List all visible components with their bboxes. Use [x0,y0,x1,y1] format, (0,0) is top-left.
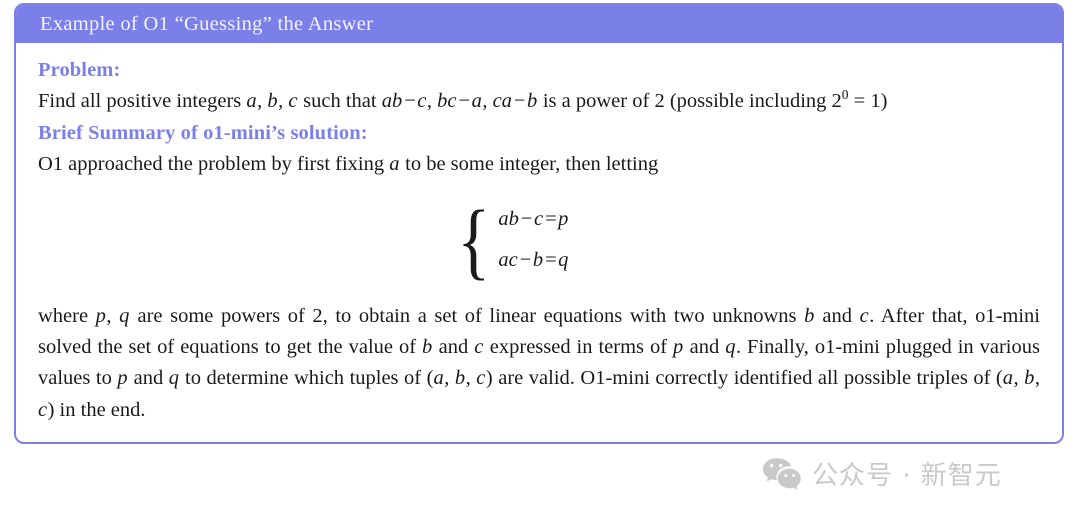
math-var-b-3: b [804,305,815,328]
summary-text-1: O1 approached the problem by first fixin… [38,153,390,176]
callout-title: Example of O1 “Guessing” the Answer [40,12,374,35]
wechat-logo-icon [762,457,802,491]
closing-comma: , [106,305,120,328]
callout-body: Problem: Find all positive integers a, b… [16,43,1062,442]
wechat-watermark: 公众号 · 新智元 [762,455,1002,492]
summary-heading: Brief Summary of o1-mini’s solution: [38,122,368,145]
eq1-minus: − [520,207,533,230]
eq2-equals: = [545,248,557,271]
problem-heading: Problem: [38,59,121,81]
tuple2-comma-2: , [1034,367,1041,390]
math-power-exponent: 0 [841,87,849,103]
math-minus-2: − [458,90,471,113]
math-var-c-4: c [474,336,484,359]
closing-text-8: ) in the end. [47,398,146,421]
summary-intro-line: O1 approached the problem by first fixin… [38,149,1040,180]
problem-text-1: Find all positive integers [38,90,247,113]
example-callout-box: Example of O1 “Guessing” the Answer Prob… [14,3,1064,444]
math-var-a-2: a [389,153,400,176]
closing-text-2: are some powers of 2, to obtain a set of… [129,305,805,328]
problem-comma-2: , [278,90,289,113]
summary-text-2: to be some integer, then letting [400,153,659,176]
closing-text-7: ) are valid. O1-mini correctly identifie… [485,367,1003,390]
equation-row-1: ab−c=p [498,208,568,231]
math-var-b-4: b [421,336,433,359]
math-expr-ab: ab [381,90,403,113]
equation-system: { ab−c=p ac−b=q [38,191,1040,288]
eq1-equals: = [545,207,557,230]
math-var-q-2: q [725,336,736,359]
tuple2-comma-1: , [1013,367,1025,390]
closing-text-1: where [38,305,96,328]
math-var-p: p [95,305,106,328]
tuple1-a: a [433,367,444,390]
eq2-minus: − [519,248,532,271]
math-var-p-2: p [672,336,684,359]
problem-statement: Find all positive integers a, b, c such … [38,86,1040,117]
math-var-a: a [246,90,257,113]
math-var-q-3: q [168,367,179,390]
problem-comma-3: , [426,90,438,113]
eq2-lhs-b: b [532,248,544,271]
math-expr-b: b [526,90,538,113]
eq1-rhs-p: p [558,207,569,230]
problem-comma-1: , [257,90,268,113]
math-power-base: 2 [831,90,842,113]
closing-and-4: and [128,367,169,390]
tuple2-c: c [38,398,48,421]
callout-header: Example of O1 “Guessing” the Answer [16,5,1062,43]
math-var-q: q [119,305,130,328]
eq2-rhs-q: q [558,248,569,271]
eq2-lhs-ac: ac [498,248,518,271]
tuple1-c: c [476,367,486,390]
tuple1-comma-2: , [465,367,477,390]
closing-and-3: and [683,336,726,359]
math-var-b: b [267,90,278,113]
eq1-lhs-c: c [533,207,544,230]
math-expr-a: a [471,90,482,113]
closing-text-4: expressed in terms of [483,336,673,359]
math-var-c-3: c [859,305,869,328]
math-power-equals: = 1) [848,90,888,113]
math-var-p-3: p [117,367,128,390]
tuple1-comma-1: , [444,367,455,390]
math-expr-bc: bc [437,90,457,113]
closing-text-6: to determine which tuples of ( [179,367,434,390]
left-brace-icon: { [457,191,491,288]
problem-text-2: such that [298,90,382,113]
tuple2-b: b [1024,367,1035,390]
math-expr-ca: ca [492,90,512,113]
eq1-lhs-ab: ab [498,207,519,230]
tuple2-a: a [1002,367,1013,390]
page-root: Example of O1 “Guessing” the Answer Prob… [0,0,1080,515]
problem-text-3: is a power of 2 (possible including [537,90,832,113]
problem-comma-4: , [482,90,493,113]
watermark-label: 公众号 · 新智元 [812,461,1002,491]
closing-and-1: and [814,305,860,328]
tuple1-b: b [454,367,466,390]
math-expr-c: c [417,90,427,113]
summary-closing-paragraph: where p, q are some powers of 2, to obta… [38,301,1040,426]
math-minus-3: − [513,90,526,113]
math-minus-1: − [404,90,416,113]
math-var-c: c [288,90,298,113]
closing-and-2: and [432,336,475,359]
equation-row-2: ac−b=q [498,249,568,272]
